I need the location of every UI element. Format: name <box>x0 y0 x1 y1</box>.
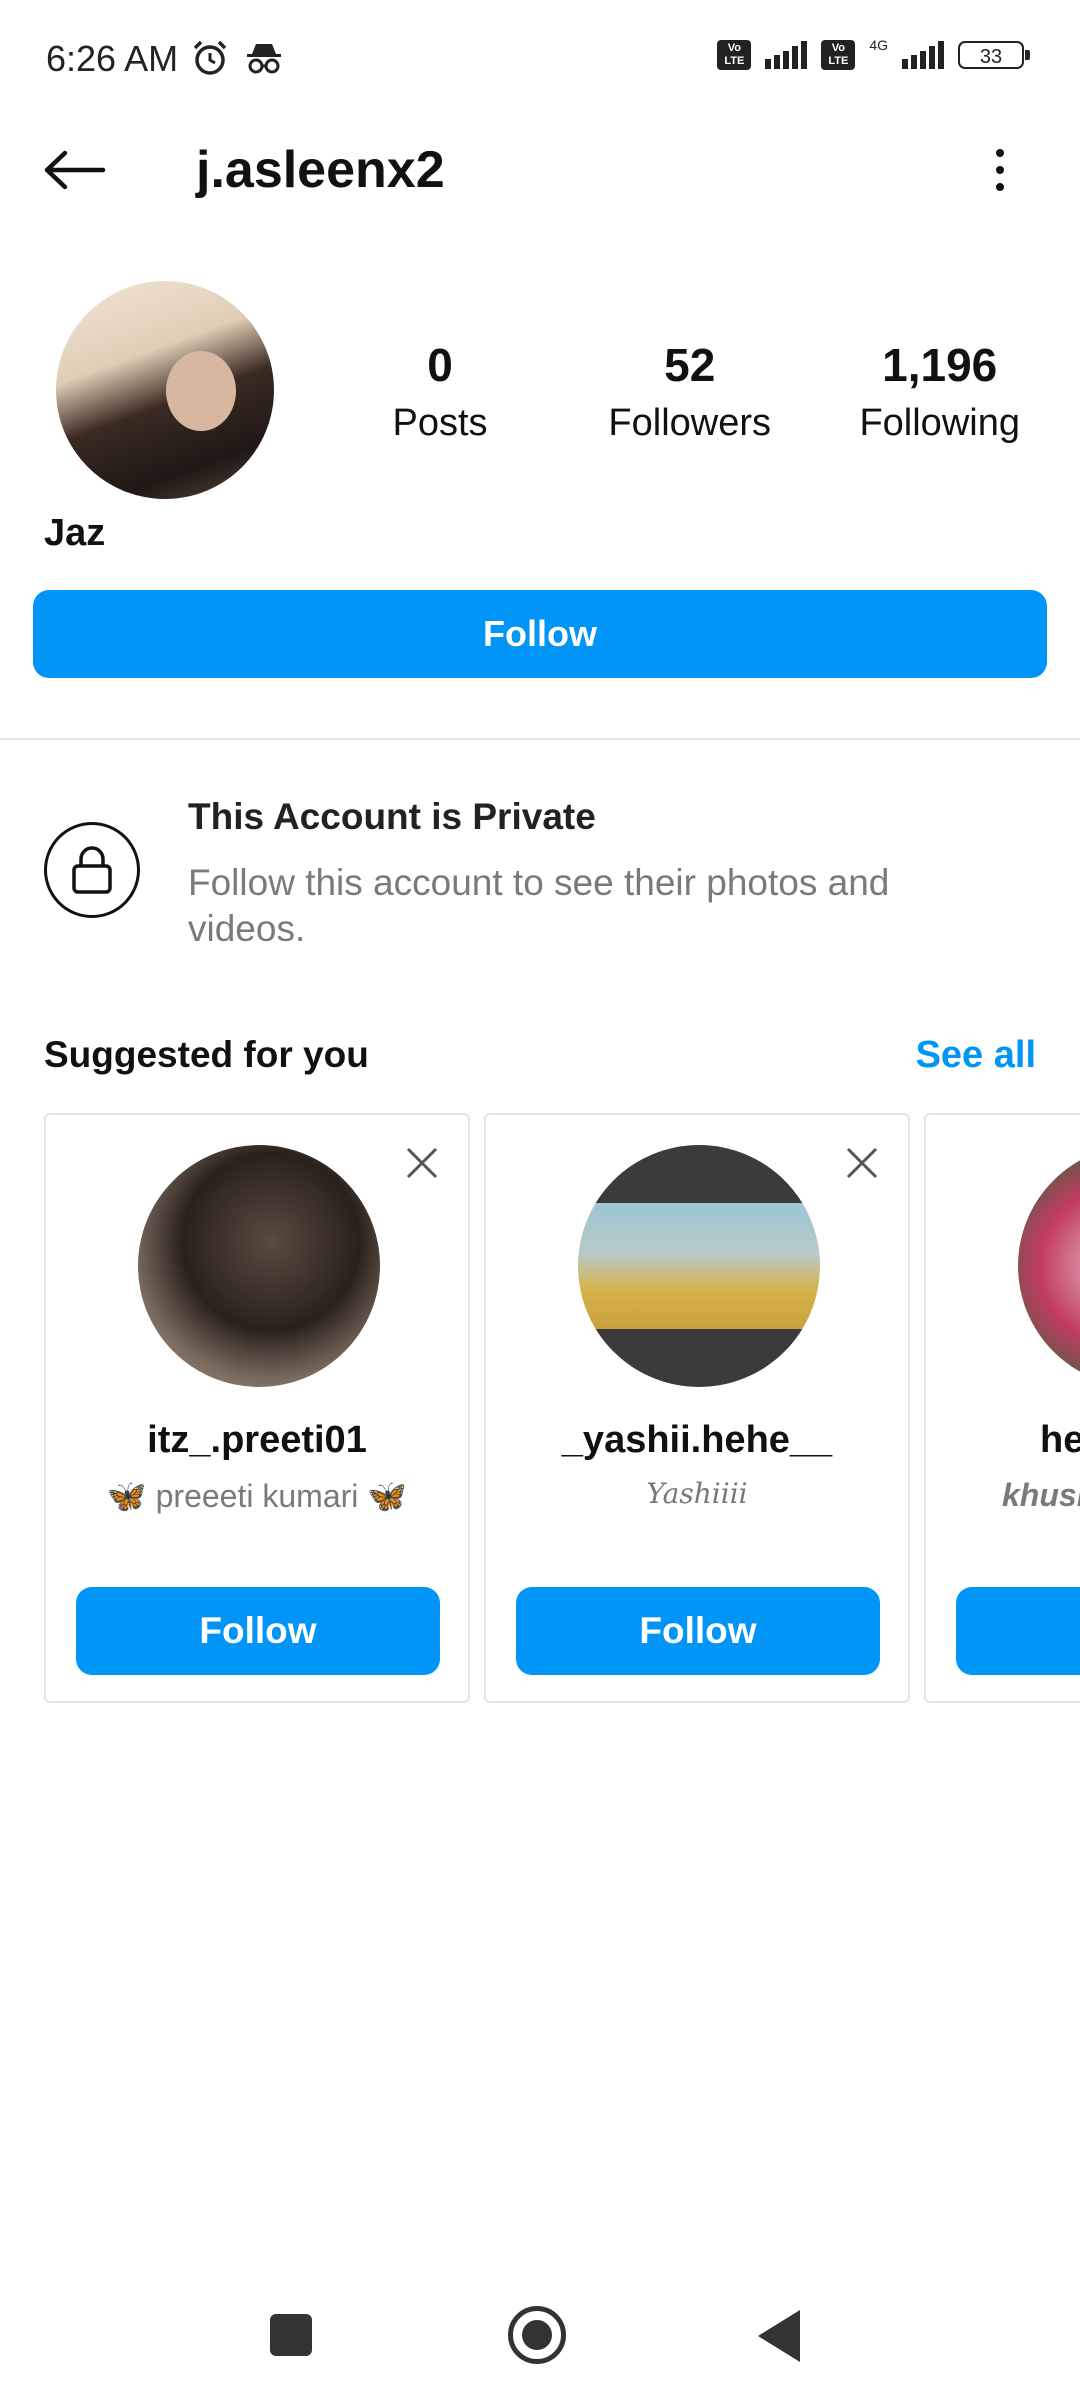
profile-header: j.asleenx2 <box>0 120 1080 220</box>
section-divider <box>0 738 1080 740</box>
suggestion-follow-button[interactable]: Follow <box>516 1587 880 1675</box>
battery-level: 33 <box>979 46 1003 68</box>
status-left-icons <box>190 38 284 78</box>
suggested-cards: itz_.preeti01 🦋 preeeti kumari 🦋 Follow … <box>44 1113 1080 1707</box>
close-icon <box>846 1147 878 1179</box>
suggestion-full-name: khusl <box>1002 1477 1080 1513</box>
signal-icon-2 <box>902 41 944 69</box>
stat-following[interactable]: 1,196 Following <box>859 338 1020 445</box>
dismiss-button[interactable] <box>842 1143 882 1183</box>
back-arrow-icon <box>44 150 106 190</box>
volte-icon-2: Vo LTE <box>821 40 856 70</box>
system-nav-bar <box>0 2290 1080 2400</box>
page-title: j.asleenx2 <box>196 141 445 199</box>
dismiss-button[interactable] <box>402 1143 442 1183</box>
suggestion-full-name: 🦋 preeeti kumari 🦋 <box>106 1478 408 1514</box>
incognito-icon <box>247 44 281 74</box>
follow-button[interactable]: Follow <box>33 590 1047 678</box>
alarm-icon <box>193 40 227 75</box>
avatar-face <box>166 351 236 431</box>
status-time: 6:26 AM <box>46 38 179 79</box>
stat-posts-label: Posts <box>392 402 488 444</box>
suggested-title: Suggested for you <box>44 1034 369 1075</box>
stat-followers-value: 52 <box>664 339 716 391</box>
suggestion-follow-button[interactable] <box>956 1587 1080 1675</box>
profile-avatar[interactable] <box>56 281 274 499</box>
suggestion-avatar[interactable] <box>578 1145 820 1387</box>
battery-icon: 33 <box>958 41 1030 69</box>
stat-following-label: Following <box>859 402 1020 444</box>
private-account-description: Follow this account to see their photos … <box>188 862 890 949</box>
lock-icon <box>44 822 140 918</box>
stat-following-value: 1,196 <box>882 339 998 391</box>
status-right-icons: Vo LTE Vo LTE 4G 33 <box>717 37 1030 70</box>
nav-back-button[interactable] <box>758 2310 800 2362</box>
suggestion-username[interactable]: itz_.preeti01 <box>46 1419 468 1462</box>
suggestion-card[interactable]: he khusl <box>924 1113 1080 1703</box>
home-button[interactable] <box>508 2306 566 2364</box>
volte-icon: Vo LTE <box>717 40 752 70</box>
private-account-title: This Account is Private <box>188 796 596 837</box>
stat-posts-value: 0 <box>427 339 453 391</box>
see-all-link[interactable]: See all <box>916 1034 1036 1077</box>
suggestion-full-name: Yashiiii <box>646 1477 748 1510</box>
more-options-button[interactable] <box>980 140 1020 200</box>
network-type: 4G <box>869 37 888 53</box>
back-button[interactable] <box>40 140 110 200</box>
more-dots-icon <box>996 149 1004 157</box>
close-icon <box>406 1147 438 1179</box>
signal-icon <box>765 41 808 69</box>
status-bar: 6:26 AM Vo LTE Vo LTE 4G 33 <box>0 0 1080 120</box>
suggestion-username[interactable]: he <box>1040 1419 1080 1462</box>
stat-posts[interactable]: 0 Posts <box>360 338 520 445</box>
suggestion-card[interactable]: itz_.preeti01 🦋 preeeti kumari 🦋 Follow <box>44 1113 470 1703</box>
stat-followers[interactable]: 52 Followers <box>608 338 771 445</box>
home-icon <box>522 2320 552 2350</box>
suggestion-card[interactable]: _yashii.hehe__ Yashiiii Follow <box>484 1113 910 1703</box>
recent-apps-button[interactable] <box>270 2314 312 2356</box>
suggestion-avatar[interactable] <box>138 1145 380 1387</box>
display-name: Jaz <box>44 512 106 554</box>
suggestion-avatar[interactable] <box>1018 1145 1080 1387</box>
stat-followers-label: Followers <box>608 402 772 444</box>
profile-stats: 0 Posts 52 Followers 1,196 Following <box>360 338 1020 445</box>
suggestion-follow-button[interactable]: Follow <box>76 1587 440 1675</box>
suggestion-username[interactable]: _yashii.hehe__ <box>486 1419 908 1462</box>
